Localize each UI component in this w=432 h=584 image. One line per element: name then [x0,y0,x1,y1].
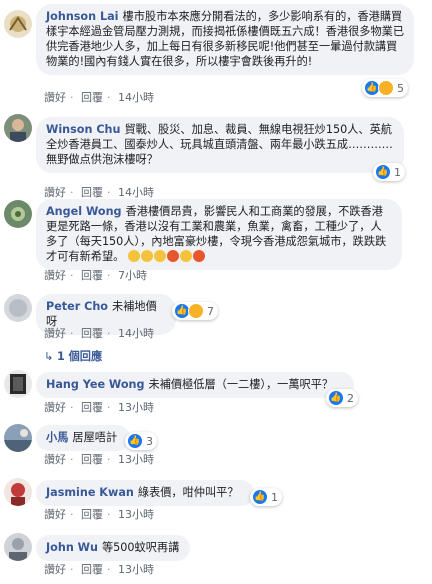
reaction-summary[interactable]: 👍 3 [125,432,157,450]
avatar[interactable] [4,294,32,322]
comment-actions: 讚好 · 回覆 · 7小時 [44,269,147,282]
comment-bubble: John Wu 等500蚊呎再講 [36,535,190,561]
avatar[interactable] [4,10,32,38]
comment-time[interactable]: 14小時 [118,91,154,104]
emoji-icon [153,250,166,262]
reaction-count: 2 [347,391,354,405]
like-link[interactable]: 讚好 [44,508,66,521]
like-reaction-icon: 👍 [252,489,268,505]
comment-actions: 讚好 · 回覆 · 13小時 [44,563,154,576]
reaction-summary[interactable]: 👍 1 [373,163,405,181]
like-link[interactable]: 讚好 [44,563,66,576]
emoji-icon [140,250,153,262]
avatar-image [4,200,32,228]
emoji-icon [127,250,140,262]
reply-link[interactable]: 回覆 [81,563,103,576]
like-reaction-icon: 👍 [375,164,391,180]
reply-link[interactable]: 回覆 [81,91,103,104]
like-link[interactable]: 讚好 [44,91,66,104]
comment-bubble: Winson Chu 貿戰、股災、加息、裁員、無線电視狂炒150人、英航全炒香港員… [36,117,404,173]
reaction-count: 3 [146,434,153,448]
like-link[interactable]: 讚好 [44,453,66,466]
haha-reaction-icon [378,80,394,96]
avatar[interactable] [4,478,32,506]
angry-emoji-icon [166,250,179,262]
comment-actions: 讚好 · 回覆 · 13小時 [44,401,154,414]
avatar-image [4,370,32,398]
comment-bubble: Jasmine Kwan 綠表價，咁仲叫平？ [36,480,254,506]
replies-label: 1 個回應 [56,350,103,363]
comment-bubble: Hang Yee Wong 未補價極低層（一二樓），一萬呎平？ [36,372,354,398]
reaction-summary[interactable]: 👍 5 [362,79,408,97]
comment-actions: 讚好 · 回覆 · 13小時 [44,508,154,521]
comment-actions: 讚好 · 回覆 · 14小時 [44,186,154,199]
reply-link[interactable]: 回覆 [81,401,103,414]
like-link[interactable]: 讚好 [44,327,66,340]
comment-actions: 讚好 · 回覆 · 14小時 [44,91,154,104]
reaction-summary[interactable]: 👍 7 [172,302,218,320]
comment-author[interactable]: Peter Cho [46,300,108,313]
like-reaction-icon: 👍 [328,390,344,406]
reply-arrow-icon: ↳ [44,350,57,363]
comment-author[interactable]: Winson Chu [46,123,120,136]
emoji-icon [179,250,192,262]
like-link[interactable]: 讚好 [44,269,66,282]
avatar-image [4,10,32,38]
reply-link[interactable]: 回覆 [81,269,103,282]
avatar-image [4,294,32,322]
avatar-image [4,533,32,561]
avatar[interactable] [4,114,32,142]
avatar[interactable] [4,533,32,561]
reaction-count: 1 [271,490,278,504]
reply-link[interactable]: 回覆 [81,186,103,199]
avatar[interactable] [4,370,32,398]
comment-author[interactable]: 小馬 [46,431,68,444]
comment-author[interactable]: John Wu [46,541,98,554]
reaction-count: 7 [207,304,214,318]
like-reaction-icon: 👍 [127,433,143,449]
comment-text: 居屋唔計 [72,431,118,444]
haha-reaction-icon [188,303,204,319]
comment-actions: 讚好 · 回覆 · 13小時 [44,453,154,466]
emoji-row [127,250,206,263]
comment-author[interactable]: Johnson Lai [46,10,119,23]
like-link[interactable]: 讚好 [44,401,66,414]
comment-time[interactable]: 14小時 [118,327,154,340]
avatar-image [4,114,32,142]
reaction-count: 5 [397,81,404,95]
reply-link[interactable]: 回覆 [81,327,103,340]
comment-time[interactable]: 7小時 [118,269,147,282]
reaction-summary[interactable]: 👍 1 [250,488,282,506]
comment-text: 等500蚊呎再講 [101,541,180,554]
comment-text: 綠表價，咁仲叫平？ [137,486,239,499]
reply-link[interactable]: 回覆 [81,508,103,521]
comment-bubble: Angel Wong 香港樓價昂貴，影響民人和工商業的發展，不跌香港更是死路一條，… [36,199,402,270]
avatar-image [4,478,32,506]
reaction-count: 1 [394,165,401,179]
view-replies-link[interactable]: ↳ 1 個回應 [44,348,102,364]
comment-text: 未補價極低層（一二樓），一萬呎平？ [148,378,334,391]
avatar[interactable] [4,200,32,228]
comment-author[interactable]: Jasmine Kwan [46,486,134,499]
comment-time[interactable]: 13小時 [118,563,154,576]
comment-bubble: 小馬 居屋唔計 [36,425,130,451]
comment-time[interactable]: 13小時 [118,453,154,466]
reply-link[interactable]: 回覆 [81,453,103,466]
comment-time[interactable]: 13小時 [118,508,154,521]
avatar-image [4,424,32,452]
comment-author[interactable]: Angel Wong [46,205,122,218]
reaction-summary[interactable]: 👍 2 [326,389,358,407]
comment-time[interactable]: 13小時 [118,401,154,414]
angry-emoji-icon [192,250,205,262]
comment-author[interactable]: Hang Yee Wong [46,378,145,391]
avatar[interactable] [4,424,32,452]
comment-bubble: Johnson Lai 樓市股市本來應分開看法的，多少影响系有的，香港購買樣宇本經… [36,4,414,75]
comment-time[interactable]: 14小時 [118,186,154,199]
like-link[interactable]: 讚好 [44,186,66,199]
comment-actions: 讚好 · 回覆 · 14小時 [44,327,154,340]
